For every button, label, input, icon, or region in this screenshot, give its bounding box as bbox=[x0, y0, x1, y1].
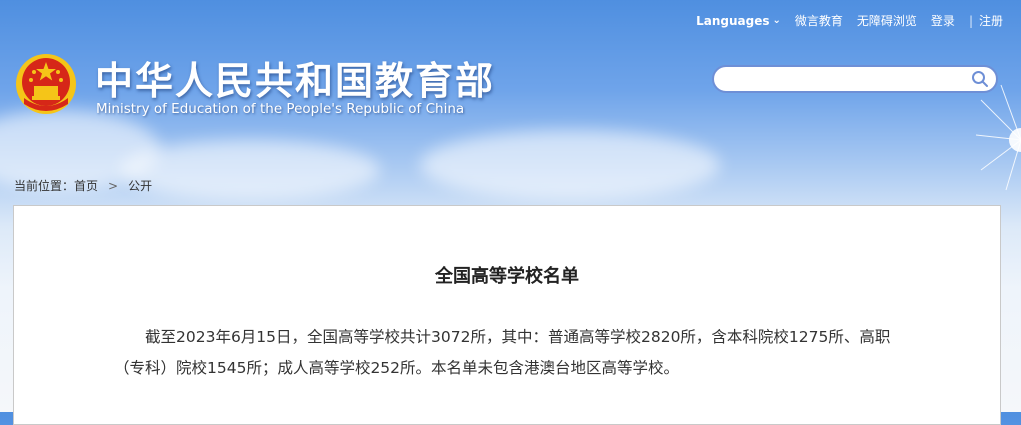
breadcrumb: 当前位置： 首页 > 公开 bbox=[14, 177, 152, 194]
register-link[interactable]: 注册 bbox=[979, 12, 1003, 29]
chevron-down-icon: ⌄ bbox=[772, 15, 781, 26]
nav-separator: | bbox=[968, 13, 973, 28]
article-container: 全国高等学校名单 截至2023年6月15日，全国高等学校共计3072所，其中：普… bbox=[13, 205, 1001, 425]
breadcrumb-home-link[interactable]: 首页 bbox=[74, 177, 98, 194]
search-input[interactable] bbox=[728, 70, 972, 90]
weibo-link[interactable]: 微言教育 bbox=[795, 12, 843, 29]
article-title: 全国高等学校名单 bbox=[435, 266, 579, 287]
top-navigation: Languages ⌄ 微言教育 无障碍浏览 登录 | 注册 bbox=[696, 12, 1003, 29]
login-link[interactable]: 登录 bbox=[931, 12, 955, 29]
background-cloud bbox=[420, 130, 720, 200]
accessibility-link[interactable]: 无障碍浏览 bbox=[857, 12, 917, 29]
breadcrumb-current[interactable]: 公开 bbox=[128, 177, 152, 194]
breadcrumb-prefix: 当前位置： bbox=[14, 179, 75, 193]
search-box bbox=[712, 65, 998, 93]
background-cloud bbox=[120, 140, 380, 200]
search-icon[interactable] bbox=[971, 70, 989, 88]
chevron-right-icon: > bbox=[108, 178, 119, 193]
article-paragraph: 截至2023年6月15日，全国高等学校共计3072所，其中：普通高等学校2820… bbox=[114, 328, 891, 377]
site-title[interactable]: 中华人民共和国教育部 bbox=[95, 50, 495, 105]
languages-menu[interactable]: Languages ⌄ bbox=[696, 14, 781, 28]
national-emblem-icon[interactable] bbox=[14, 52, 78, 116]
languages-label: Languages bbox=[696, 13, 770, 28]
site-subtitle: Ministry of Education of the People's Re… bbox=[96, 101, 465, 117]
